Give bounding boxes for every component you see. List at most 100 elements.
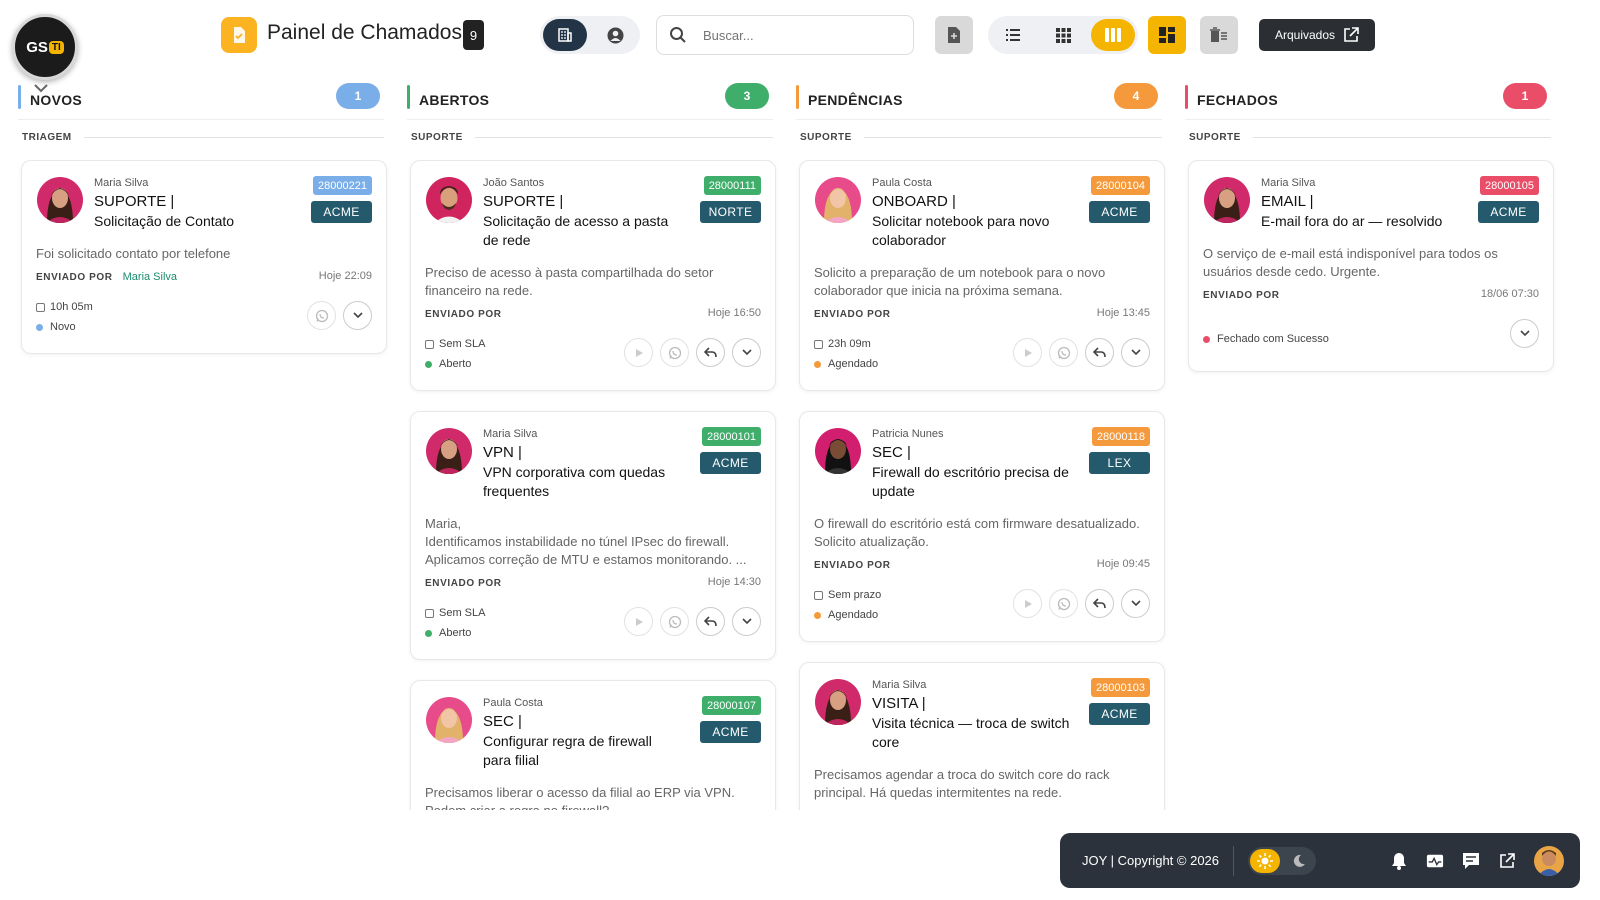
grid-view-button[interactable] xyxy=(1041,19,1085,51)
ticket-card[interactable]: Maria Silva SUPORTE | Solicitação de Con… xyxy=(21,160,387,354)
sent-by-label: ENVIADO POR xyxy=(814,309,891,320)
sla-checkbox xyxy=(814,590,823,600)
ticket-number-badge[interactable]: 28000105 xyxy=(1480,176,1539,195)
kanban-view-button[interactable] xyxy=(1091,19,1135,51)
whatsapp-icon[interactable] xyxy=(1049,589,1078,618)
ticket-category: VPN | xyxy=(483,444,522,461)
ticket-number-badge[interactable]: 28000107 xyxy=(702,696,761,715)
sent-by-name[interactable]: Maria Silva xyxy=(123,271,177,283)
light-mode-button[interactable] xyxy=(1250,848,1281,873)
play-icon[interactable] xyxy=(624,607,653,636)
column-2: PENDÊNCIAS 4 SUPORTE xyxy=(796,80,1162,146)
avatar xyxy=(815,428,861,474)
sla-checkbox xyxy=(36,302,45,312)
ticket-subject: Firewall do escritório precisa de update xyxy=(872,464,1069,499)
chevron-down-icon[interactable] xyxy=(732,338,761,367)
dashboard-button[interactable] xyxy=(1148,16,1186,54)
reply-icon[interactable] xyxy=(1085,338,1114,367)
search-box[interactable] xyxy=(656,15,914,55)
personal-view-button[interactable] xyxy=(593,19,637,51)
ticket-card[interactable]: Maria Silva EMAIL | E-mail fora do ar — … xyxy=(1188,160,1554,372)
ticket-description: Foi solicitado contato por telefone xyxy=(36,246,231,261)
ticket-card[interactable]: Paula Costa ONBOARD | Solicitar notebook… xyxy=(799,160,1165,391)
whatsapp-icon[interactable] xyxy=(1049,338,1078,367)
column-header: FECHADOS 1 xyxy=(1185,80,1551,120)
card-actions xyxy=(624,607,761,636)
whatsapp-icon[interactable] xyxy=(660,607,689,636)
sent-by-label: ENVIADO POR xyxy=(425,309,502,320)
column-count-badge: 1 xyxy=(336,83,380,109)
avatar xyxy=(1204,177,1250,223)
footer-divider xyxy=(1233,845,1235,876)
column-1: ABERTOS 3 SUPORTE xyxy=(407,80,773,146)
reply-icon[interactable] xyxy=(1085,589,1114,618)
column-cards: Maria Silva EMAIL | E-mail fora do ar — … xyxy=(1185,160,1557,810)
ticket-number-badge[interactable]: 28000118 xyxy=(1091,427,1150,446)
bell-icon[interactable] xyxy=(1390,852,1408,870)
sent-by-row: ENVIADO POR 18/06 07:30 xyxy=(1203,285,1539,303)
chevron-down-icon[interactable] xyxy=(1121,589,1150,618)
sla-text: 10h 05m xyxy=(50,301,93,313)
chevron-down-icon[interactable] xyxy=(1510,319,1539,348)
ticket-card[interactable]: Paula Costa SEC | Configurar regra de fi… xyxy=(410,680,776,810)
sent-by-row: ENVIADO POR Hoje 14:30 xyxy=(425,573,761,591)
app-logo[interactable]: GS TI xyxy=(12,14,78,80)
ticket-card[interactable]: Maria Silva VISITA | Visita técnica — tr… xyxy=(799,662,1165,810)
reply-icon[interactable] xyxy=(696,607,725,636)
whatsapp-icon[interactable] xyxy=(307,301,336,330)
chevron-down-icon[interactable] xyxy=(343,301,372,330)
column-count-badge: 4 xyxy=(1114,83,1158,109)
ticket-number-badge[interactable]: 28000221 xyxy=(313,176,372,195)
card-actions xyxy=(1510,319,1539,348)
archived-button[interactable]: Arquivados xyxy=(1259,19,1375,51)
chevron-down-icon[interactable] xyxy=(34,82,48,96)
sla-checkbox xyxy=(425,608,434,618)
play-icon[interactable] xyxy=(1013,338,1042,367)
reply-icon[interactable] xyxy=(696,338,725,367)
ticket-card[interactable]: Patricia Nunes SEC | Firewall do escritó… xyxy=(799,411,1165,642)
chevron-down-icon[interactable] xyxy=(1121,338,1150,367)
whatsapp-icon[interactable] xyxy=(660,338,689,367)
company-view-button[interactable] xyxy=(543,19,587,51)
ticket-description: O serviço de e-mail está indisponível pa… xyxy=(1203,246,1498,279)
search-icon xyxy=(670,27,686,43)
card-footer: Sem SLA Aberto xyxy=(425,338,761,378)
page-title: Painel de Chamados xyxy=(267,21,462,44)
card-actions xyxy=(1013,589,1150,618)
ticket-card[interactable]: João Santos SUPORTE | Solicitação de ace… xyxy=(410,160,776,391)
trash-list-button[interactable] xyxy=(1200,16,1238,54)
column-count-badge: 1 xyxy=(1503,83,1547,109)
status-text: Aberto xyxy=(439,358,472,370)
ticket-number-badge[interactable]: 28000101 xyxy=(702,427,761,446)
ticket-description: Solicito a preparação de um notebook par… xyxy=(814,265,1106,298)
sla-checkbox xyxy=(814,339,823,349)
play-icon[interactable] xyxy=(624,338,653,367)
status-dot xyxy=(814,360,821,368)
play-icon[interactable] xyxy=(1013,589,1042,618)
search-input[interactable] xyxy=(703,27,883,43)
avatar xyxy=(426,697,472,743)
user-avatar[interactable] xyxy=(1534,845,1564,876)
status-dot xyxy=(1203,335,1210,343)
pulse-card-icon[interactable] xyxy=(1426,852,1444,870)
column-group: TRIAGEM xyxy=(18,128,384,146)
external-link-icon[interactable] xyxy=(1498,852,1516,870)
new-ticket-button[interactable] xyxy=(935,16,973,54)
ticket-number-badge[interactable]: 28000104 xyxy=(1091,176,1150,195)
ticket-category: ONBOARD | xyxy=(872,193,956,210)
sent-by-row: ENVIADO POR Hoje 16:50 xyxy=(425,304,761,322)
ticket-subject: VPN corporativa com quedas frequentes xyxy=(483,464,666,499)
ticket-number-badge[interactable]: 28000103 xyxy=(1091,678,1150,697)
ticket-category: SEC | xyxy=(872,444,911,461)
chat-icon[interactable] xyxy=(1462,852,1480,870)
ticket-timestamp: Hoje 22:09 xyxy=(318,270,372,282)
ticket-subject: E-mail fora do ar — resolvido xyxy=(1261,213,1443,229)
ticket-card[interactable]: Maria Silva VPN | VPN corporativa com qu… xyxy=(410,411,776,660)
avatar xyxy=(815,177,861,223)
dark-mode-button[interactable] xyxy=(1284,849,1314,873)
company-badge: NORTE xyxy=(700,201,761,223)
chevron-down-icon[interactable] xyxy=(732,607,761,636)
grid-icon xyxy=(1055,27,1071,43)
list-view-button[interactable] xyxy=(991,19,1035,51)
ticket-number-badge[interactable]: 28000111 xyxy=(703,176,761,195)
